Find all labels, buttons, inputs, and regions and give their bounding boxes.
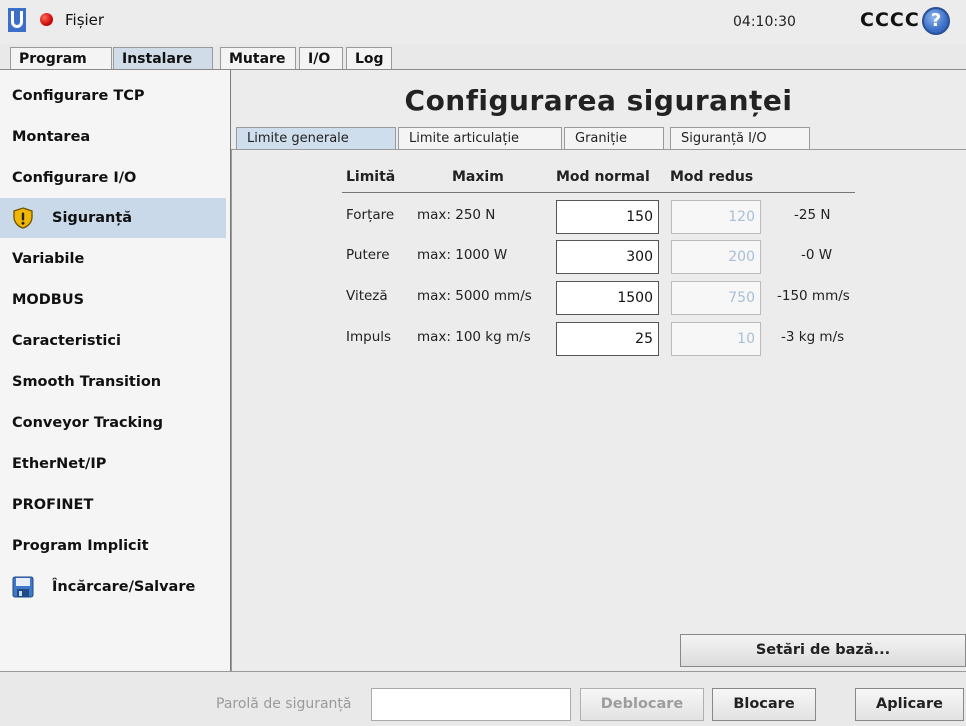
sidebar-item-io-setup[interactable]: Configurare I/O xyxy=(0,158,226,198)
row-max-force: max: 250 N xyxy=(417,207,496,223)
momentum-reduced-input[interactable]: 10 xyxy=(671,322,761,356)
sidebar-item-conveyor-tracking[interactable]: Conveyor Tracking xyxy=(0,403,226,443)
main-tab-bar: Program Instalare Mutare I/O Log xyxy=(0,44,966,70)
lock-button[interactable]: Blocare xyxy=(712,688,816,721)
column-header-normal-mode: Mod normal xyxy=(556,169,650,185)
base-settings-button[interactable]: Setări de bază... xyxy=(680,634,966,667)
row-label-force: Forțare xyxy=(346,207,395,223)
top-bar: Fișier 04:10:30 CCCC ? xyxy=(0,0,966,44)
momentum-delta: -3 kg m/s xyxy=(781,329,845,345)
tab-general-limits[interactable]: Limite generale xyxy=(236,127,396,149)
momentum-normal-input[interactable]: 25 xyxy=(556,322,659,356)
tab-boundaries[interactable]: Graniție xyxy=(564,127,664,149)
column-header-limit: Limită xyxy=(346,169,396,185)
page-title: Configurarea siguranței xyxy=(404,84,793,117)
row-label-speed: Viteză xyxy=(346,288,388,304)
power-reduced-input[interactable]: 200 xyxy=(671,240,761,274)
tab-log[interactable]: Log xyxy=(346,47,392,70)
clock: 04:10:30 xyxy=(733,14,796,30)
universal-robots-logo-icon xyxy=(8,8,26,32)
sidebar-item-profinet[interactable]: PROFINET xyxy=(0,485,226,525)
file-menu[interactable]: Fișier xyxy=(65,11,104,29)
row-label-momentum: Impuls xyxy=(346,329,392,345)
tab-joint-limits[interactable]: Limite articulație xyxy=(398,127,562,149)
sidebar-item-default-program[interactable]: Program Implicit xyxy=(0,526,226,566)
row-label-power: Putere xyxy=(346,247,390,263)
robot-name: CCCC xyxy=(860,9,920,31)
safety-password-input[interactable] xyxy=(371,688,571,721)
row-max-power: max: 1000 W xyxy=(417,247,508,263)
row-max-momentum: max: 100 kg m/s xyxy=(417,329,531,345)
safety-password-label: Parolă de siguranță xyxy=(216,696,352,712)
force-normal-input[interactable]: 150 xyxy=(556,200,659,234)
robot-status-indicator xyxy=(40,13,53,26)
row-max-speed: max: 5000 mm/s xyxy=(417,288,532,304)
content-panel: Configurarea siguranței Limite generale … xyxy=(231,70,966,671)
tab-safety-io[interactable]: Siguranță I/O xyxy=(670,127,810,149)
tab-io[interactable]: I/O xyxy=(299,47,343,70)
help-icon[interactable]: ? xyxy=(922,7,950,35)
sidebar-item-label: Încărcare/Salvare xyxy=(52,579,196,595)
speed-reduced-input[interactable]: 750 xyxy=(671,281,761,315)
tab-program[interactable]: Program xyxy=(10,47,112,70)
column-header-max: Maxim xyxy=(452,169,504,185)
force-delta: -25 N xyxy=(794,207,831,223)
tab-move[interactable]: Mutare xyxy=(220,47,296,70)
force-reduced-input[interactable]: 120 xyxy=(671,200,761,234)
speed-delta: -150 mm/s xyxy=(777,288,850,304)
sidebar-item-load-save[interactable]: Încărcare/Salvare xyxy=(0,567,226,607)
speed-normal-input[interactable]: 1500 xyxy=(556,281,659,315)
sidebar-item-modbus[interactable]: MODBUS xyxy=(0,280,226,320)
floppy-disk-icon xyxy=(12,576,34,598)
sidebar-item-ethernet-ip[interactable]: EtherNet/IP xyxy=(0,444,226,484)
unlock-button[interactable]: Deblocare xyxy=(580,688,704,721)
sidebar-item-smooth-transition[interactable]: Smooth Transition xyxy=(0,362,226,402)
power-delta: -0 W xyxy=(801,247,833,263)
sidebar-item-variables[interactable]: Variabile xyxy=(0,239,226,279)
warning-shield-icon xyxy=(13,207,33,229)
sidebar-item-mounting[interactable]: Montarea xyxy=(0,117,226,157)
sidebar-item-features[interactable]: Caracteristici xyxy=(0,321,226,361)
column-header-reduced-mode: Mod redus xyxy=(670,169,754,185)
power-normal-input[interactable]: 300 xyxy=(556,240,659,274)
tab-installation[interactable]: Instalare xyxy=(113,47,213,70)
header-divider xyxy=(342,192,855,193)
bottom-bar: Parolă de siguranță Deblocare Blocare Ap… xyxy=(0,671,966,726)
sidebar-item-tcp-config[interactable]: Configurare TCP xyxy=(0,76,226,116)
installation-sidebar: Configurare TCP Montarea Configurare I/O… xyxy=(0,70,231,671)
sidebar-item-safety[interactable]: Siguranță xyxy=(0,198,226,238)
apply-button[interactable]: Aplicare xyxy=(855,688,964,721)
